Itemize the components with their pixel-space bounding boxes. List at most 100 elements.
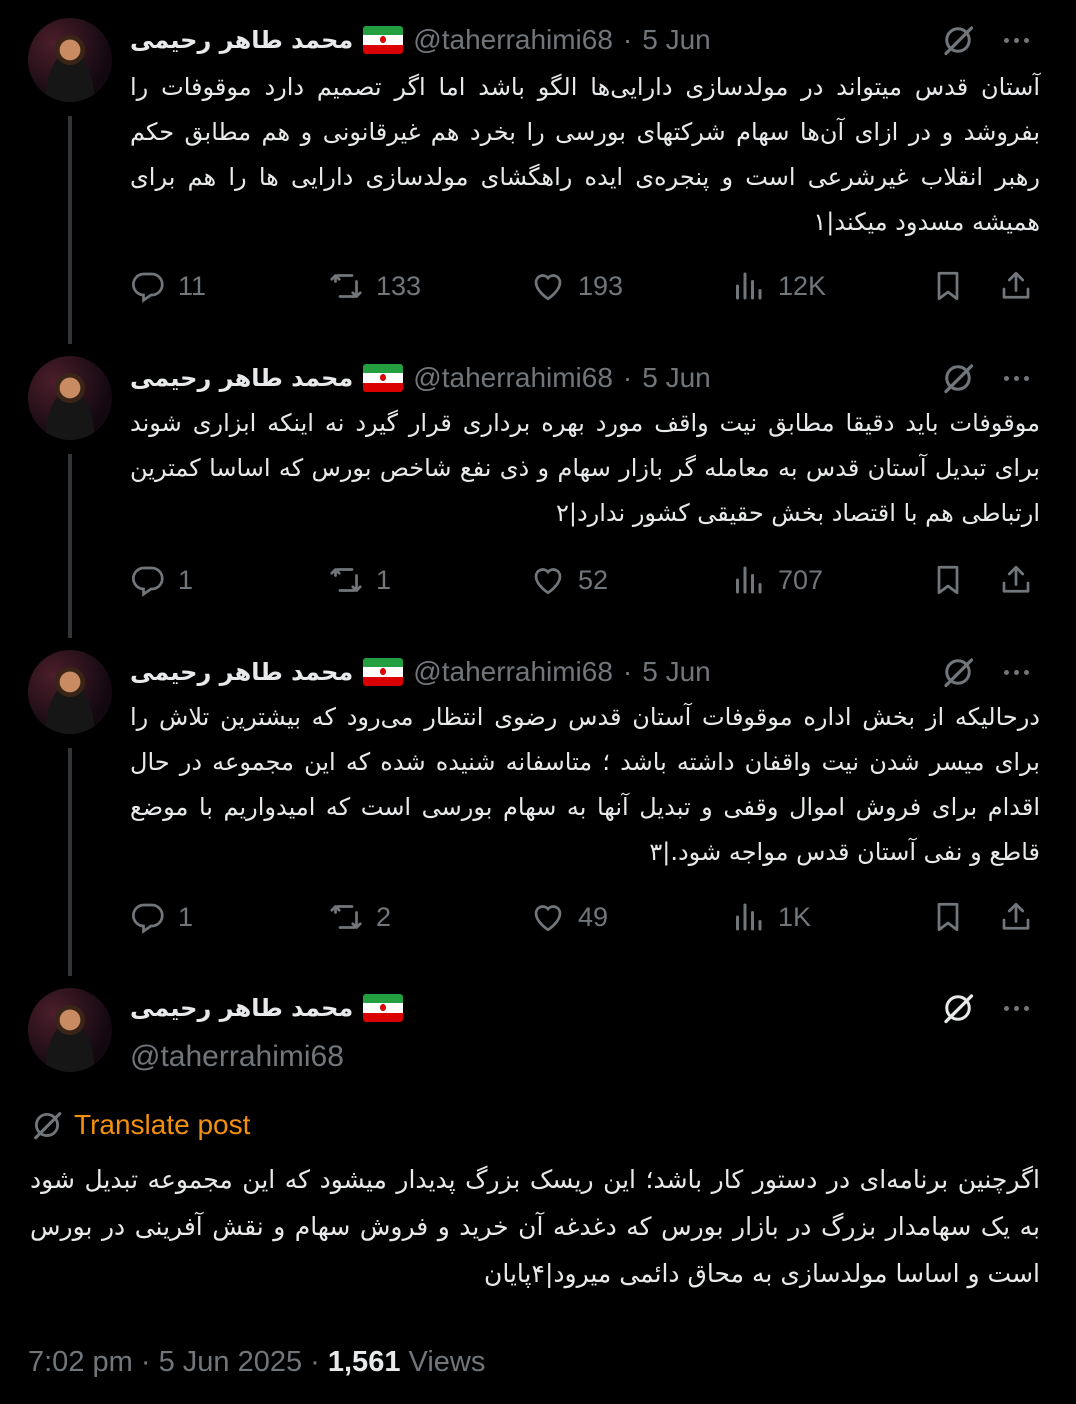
views-count: 12K xyxy=(778,270,827,301)
reply-icon xyxy=(130,268,166,304)
views-button[interactable]: 1K xyxy=(730,893,811,941)
more-icon[interactable] xyxy=(996,990,1036,1026)
separator-dot: · xyxy=(310,1346,328,1378)
grok-icon[interactable] xyxy=(940,654,976,690)
repost-button[interactable]: 2 xyxy=(328,893,391,941)
avatar[interactable] xyxy=(28,650,112,734)
translate-icon xyxy=(30,1108,64,1142)
more-icon[interactable] xyxy=(996,22,1036,58)
bookmark-button[interactable] xyxy=(930,262,966,310)
bookmark-icon xyxy=(930,268,966,304)
separator-dot: · xyxy=(622,656,633,687)
translate-label: Translate post xyxy=(74,1109,251,1140)
tweet-full-date[interactable]: 5 Jun 2025 xyxy=(159,1346,303,1378)
reply-button[interactable]: 11 xyxy=(130,262,206,310)
author-name[interactable]: محمد طاهر رحیمی xyxy=(130,658,353,686)
like-button[interactable]: 193 xyxy=(530,262,623,310)
grok-icon[interactable] xyxy=(940,360,976,396)
tweet-text: درحالیکه از بخش اداره موقوفات آستان قدس … xyxy=(130,703,1040,866)
author-name[interactable]: محمد طاهر رحیمی xyxy=(130,364,353,392)
repost-button[interactable]: 133 xyxy=(328,262,421,310)
author-handle[interactable]: @taherrahimi68 xyxy=(413,24,613,56)
flag-iran-icon xyxy=(363,994,404,1022)
views-total: 1,561 xyxy=(327,1346,401,1378)
flag-iran-icon xyxy=(363,26,404,54)
like-icon xyxy=(530,268,566,304)
main-tweet-text: اگرچنین برنامه‌ای در دستور کار باشد؛ این… xyxy=(30,1165,1040,1288)
like-count: 49 xyxy=(578,901,609,932)
views-count: 1K xyxy=(778,901,812,932)
share-button[interactable] xyxy=(998,556,1034,604)
tweet-text: آستان قدس میتواند در مولدسازی دارایی‌ها … xyxy=(130,73,1040,236)
thread-tweet[interactable]: محمد طاهر رحیمی @taherrahimi68 · 5 Jun م… xyxy=(0,338,1076,632)
grok-icon[interactable] xyxy=(940,22,976,58)
share-button[interactable] xyxy=(998,893,1034,941)
repost-count: 2 xyxy=(376,901,392,932)
translate-post-link[interactable]: Translate post xyxy=(30,1108,250,1142)
bookmark-icon xyxy=(930,899,966,935)
bookmark-button[interactable] xyxy=(930,556,966,604)
like-icon xyxy=(530,899,566,935)
thread-tweet[interactable]: محمد طاهر رحیمی @taherrahimi68 · 5 Jun آ… xyxy=(0,0,1076,338)
tweet-header: محمد طاهر رحیمی xyxy=(130,988,404,1028)
views-count: 707 xyxy=(778,564,824,595)
action-bar: 1 1 52 707 xyxy=(130,556,1042,604)
author-handle[interactable]: @taherrahimi68 xyxy=(413,656,613,688)
author-handle[interactable]: @taherrahimi68 xyxy=(413,362,613,394)
avatar[interactable] xyxy=(28,356,112,440)
tweet-time[interactable]: 7:02 pm xyxy=(28,1346,133,1378)
repost-button[interactable]: 1 xyxy=(328,556,391,604)
views-button[interactable]: 12K xyxy=(730,262,826,310)
reply-count: 11 xyxy=(178,270,207,301)
flag-iran-icon xyxy=(363,658,404,686)
avatar[interactable] xyxy=(28,988,112,1072)
tweet-header: محمد طاهر رحیمی @taherrahimi68 · 5 Jun xyxy=(130,652,711,692)
reply-button[interactable]: 1 xyxy=(130,556,193,604)
tweet-date[interactable]: 5 Jun xyxy=(642,362,711,394)
share-button[interactable] xyxy=(998,262,1034,310)
like-count: 52 xyxy=(578,564,609,595)
more-icon[interactable] xyxy=(996,654,1036,690)
reply-icon xyxy=(130,562,166,598)
tweet-timestamp-row: 7:02 pm · 5 Jun 2025 · 1,561 Views xyxy=(28,1346,485,1379)
share-icon xyxy=(998,562,1034,598)
tweet-header: محمد طاهر رحیمی @taherrahimi68 · 5 Jun xyxy=(130,20,711,60)
like-button[interactable]: 52 xyxy=(530,556,608,604)
action-bar: 1 2 49 1K xyxy=(130,893,1042,941)
repost-icon xyxy=(328,899,364,935)
tweet-date[interactable]: 5 Jun xyxy=(642,24,711,56)
bookmark-icon xyxy=(930,562,966,598)
author-handle[interactable]: @taherrahimi68 xyxy=(130,1040,344,1074)
avatar[interactable] xyxy=(28,18,112,102)
views-button[interactable]: 707 xyxy=(730,556,823,604)
like-count: 193 xyxy=(578,270,624,301)
separator-dot: · xyxy=(622,24,633,55)
grok-icon[interactable] xyxy=(940,990,976,1026)
author-name[interactable]: محمد طاهر رحیمی xyxy=(130,994,353,1022)
share-icon xyxy=(998,899,1034,935)
separator-dot: · xyxy=(140,1346,159,1378)
flag-iran-icon xyxy=(363,364,404,392)
like-icon xyxy=(530,562,566,598)
tweet-text: موقوفات باید دقیقا مطابق نیت واقف مورد ب… xyxy=(130,409,1040,527)
author-name[interactable]: محمد طاهر رحیمی xyxy=(130,26,353,54)
repost-count: 1 xyxy=(376,564,392,595)
tweet-header: محمد طاهر رحیمی @taherrahimi68 · 5 Jun xyxy=(130,358,711,398)
action-bar: 11 133 193 12K xyxy=(130,262,1042,310)
thread-tweet[interactable]: محمد طاهر رحیمی @taherrahimi68 · 5 Jun د… xyxy=(0,632,1076,970)
repost-icon xyxy=(328,562,364,598)
reply-count: 1 xyxy=(178,901,194,932)
views-icon xyxy=(730,899,766,935)
repost-count: 133 xyxy=(376,270,422,301)
reply-icon xyxy=(130,899,166,935)
views-icon xyxy=(730,562,766,598)
views-icon xyxy=(730,268,766,304)
reply-button[interactable]: 1 xyxy=(130,893,193,941)
views-label: Views xyxy=(408,1346,486,1378)
bookmark-button[interactable] xyxy=(930,893,966,941)
like-button[interactable]: 49 xyxy=(530,893,608,941)
repost-icon xyxy=(328,268,364,304)
share-icon xyxy=(998,268,1034,304)
more-icon[interactable] xyxy=(996,360,1036,396)
tweet-date[interactable]: 5 Jun xyxy=(642,656,711,688)
